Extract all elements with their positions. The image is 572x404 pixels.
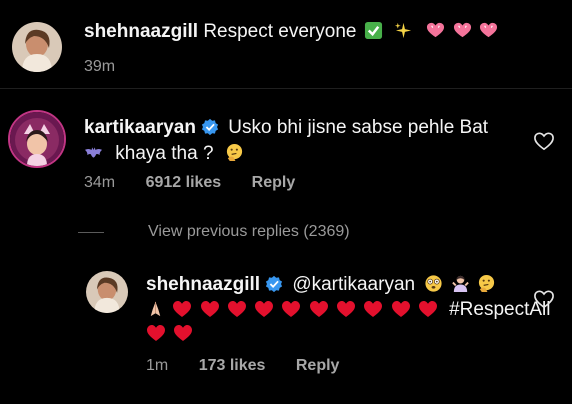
heart-icon <box>418 300 438 318</box>
thinking-face-icon <box>225 143 244 162</box>
comment-2-message-line-2: khaya tha ? <box>115 143 214 164</box>
comment-1-username[interactable]: shehnaazgill <box>84 21 198 42</box>
comment-2-meta: 34m 6912 likes Reply <box>84 173 295 193</box>
reply-1-time: 1m <box>146 357 169 374</box>
pink-heart-icon <box>479 21 498 40</box>
heart-icon <box>173 324 193 342</box>
comment-1-time: 39m <box>84 58 116 75</box>
divider <box>0 88 572 89</box>
heart-icon <box>146 324 166 342</box>
reply-1-username[interactable]: shehnaazgill <box>146 274 260 295</box>
like-outline-icon[interactable] <box>533 289 555 309</box>
heart-icon <box>227 300 247 318</box>
comment-1-text: shehnaazgill Respect everyone <box>84 20 498 44</box>
reply-1-line-3 <box>146 322 195 346</box>
heart-icon <box>391 300 411 318</box>
heart-icon <box>254 300 274 318</box>
heart-icon <box>363 300 383 318</box>
comment-1-meta: 39m <box>84 57 115 77</box>
heart-icon <box>281 300 301 318</box>
dizzy-face-icon <box>424 274 443 293</box>
heart-icon <box>200 300 220 318</box>
folded-hands-icon <box>146 299 165 318</box>
pink-heart-icon <box>453 21 472 40</box>
reply-1-line-2: #RespectAll <box>146 298 550 322</box>
check-emoji-icon <box>364 21 383 40</box>
comment-2-username[interactable]: kartikaaryan <box>84 117 196 138</box>
comment-2-likes[interactable]: 6912 likes <box>146 174 222 191</box>
heart-icon <box>309 300 329 318</box>
heart-icon <box>336 300 356 318</box>
reply-1-line-1: shehnaazgill @kartikaaryan <box>146 273 496 297</box>
reply-1-meta: 1m 173 likes Reply <box>146 356 339 376</box>
verified-icon <box>201 118 219 136</box>
comment-1-message: Respect everyone <box>203 21 357 42</box>
comment-2-reply-button[interactable]: Reply <box>252 174 296 191</box>
reply-1-mention[interactable]: @kartikaaryan <box>292 274 415 295</box>
heart-icon <box>172 300 192 318</box>
shrug-icon <box>451 274 470 293</box>
sparkles-icon <box>394 21 413 40</box>
avatar-shehnaazgill-reply[interactable] <box>86 271 128 313</box>
comment-2-message-line-1: Usko bhi jisne sabse pehle Bat <box>228 117 489 138</box>
view-previous-replies[interactable]: View previous replies (2369) <box>78 222 350 242</box>
like-outline-icon[interactable] <box>533 131 555 151</box>
comment-2-line-1: kartikaaryan Usko bhi jisne sabse pehle … <box>84 116 488 140</box>
bat-icon <box>84 143 106 162</box>
comment-2-time: 34m <box>84 174 116 191</box>
reply-1-reply-button[interactable]: Reply <box>296 357 340 374</box>
avatar-shehnaazgill[interactable] <box>12 22 62 72</box>
avatar-kartikaaryan[interactable] <box>8 110 66 168</box>
thinking-face-icon <box>477 274 496 293</box>
comment-2-line-2: khaya tha ? <box>84 142 244 166</box>
view-previous-replies-label[interactable]: View previous replies (2369) <box>148 223 350 240</box>
reply-1-likes[interactable]: 173 likes <box>199 357 266 374</box>
verified-icon <box>265 275 283 293</box>
pink-heart-icon <box>426 21 445 40</box>
